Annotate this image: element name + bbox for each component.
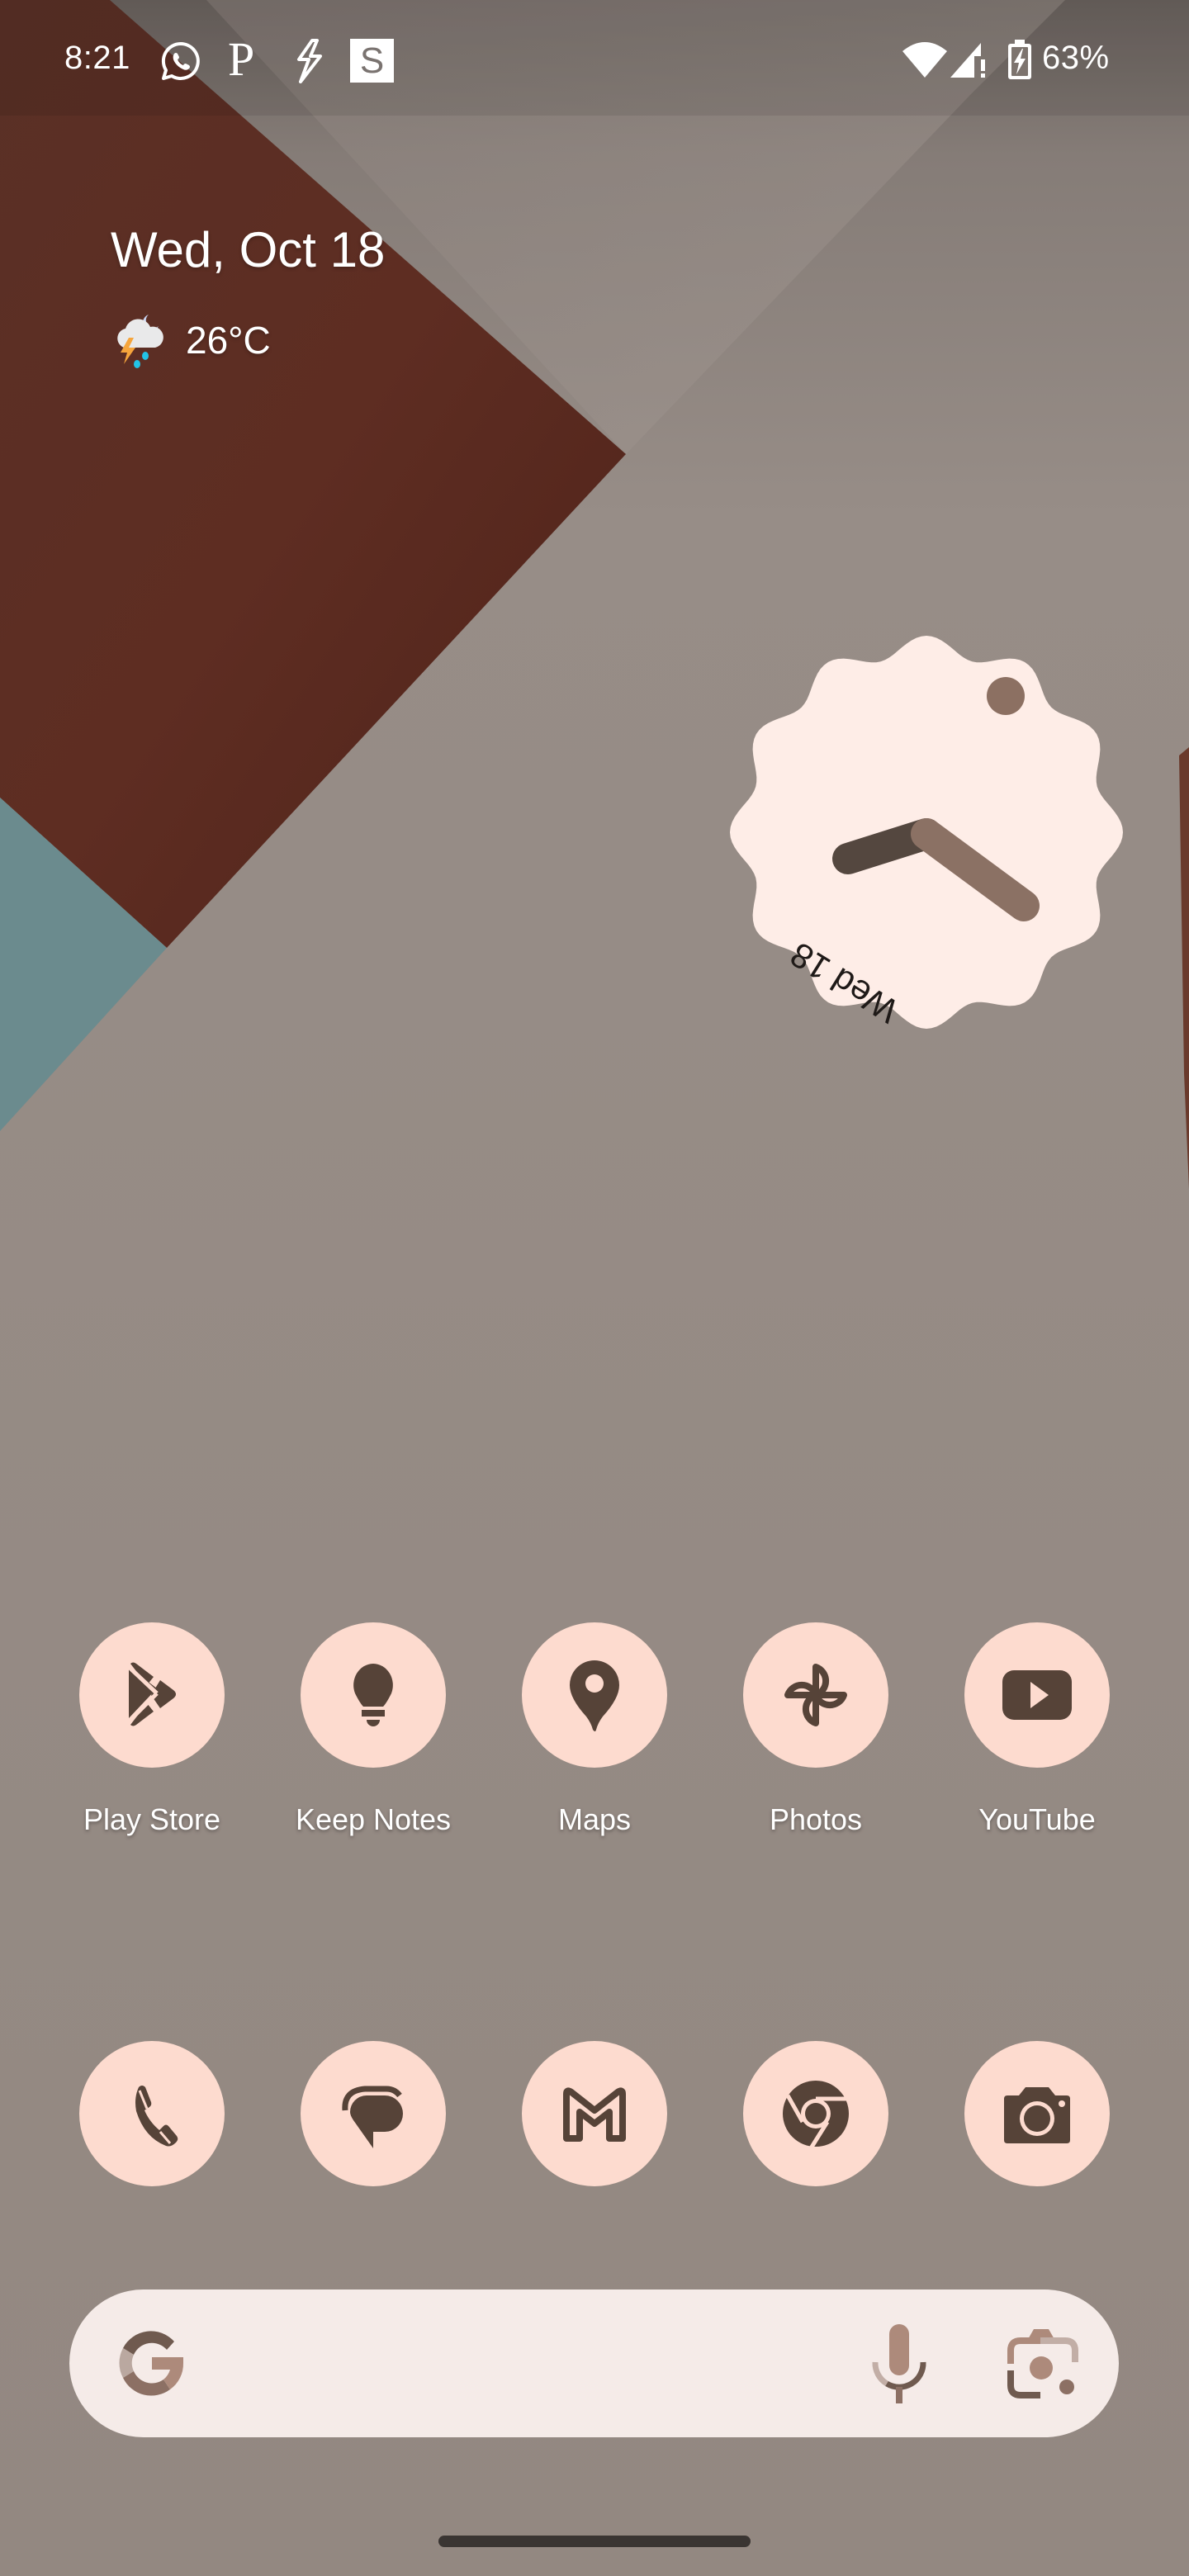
lens-icon[interactable]	[1006, 2326, 1080, 2400]
mic-icon[interactable]	[870, 2323, 928, 2405]
s-app-letter: S	[359, 40, 385, 81]
dock-gmail[interactable]	[500, 2041, 689, 2186]
thunderstorm-night-icon[interactable]	[112, 310, 168, 369]
clock-widget[interactable]: Wed 18	[720, 626, 1133, 1039]
app-photos[interactable]: Photos	[721, 1622, 911, 1837]
whatsapp-icon	[161, 41, 200, 80]
app-maps[interactable]: Maps	[500, 1622, 689, 1837]
app-label: Keep Notes	[295, 1802, 452, 1836]
battery-percent: 63%	[1042, 40, 1110, 76]
wifi-icon	[902, 42, 947, 78]
app-label: Photos	[769, 1802, 863, 1836]
wallpaper	[0, 0, 1189, 2576]
battery-charging-icon	[1008, 40, 1031, 79]
youtube-icon	[1002, 1670, 1072, 1720]
photos-icon	[784, 1664, 847, 1726]
glance-date[interactable]: Wed, Oct 18	[111, 221, 385, 278]
p-app-icon: P	[228, 32, 255, 86]
app-label: Play Store	[83, 1802, 221, 1836]
clock-second-dot	[987, 677, 1025, 715]
gmail-icon	[563, 2087, 626, 2142]
maps-icon	[570, 1660, 619, 1731]
camera-icon	[1004, 2087, 1070, 2143]
phone-icon	[135, 2086, 178, 2147]
messages-icon	[342, 2086, 403, 2148]
bolt-app-icon	[297, 39, 322, 83]
s-app-icon: S	[350, 39, 394, 83]
keep-notes-icon	[353, 1664, 393, 1726]
dock-chrome[interactable]	[721, 2041, 911, 2186]
gesture-nav-handle[interactable]	[438, 2536, 751, 2547]
app-play-store[interactable]: Play Store	[57, 1622, 247, 1837]
search-bar[interactable]	[69, 2290, 1119, 2437]
dock-messages[interactable]	[278, 2041, 468, 2186]
app-keep-notes[interactable]: Keep Notes	[278, 1622, 468, 1837]
app-youtube[interactable]: YouTube	[942, 1622, 1132, 1837]
app-label: Maps	[557, 1802, 632, 1836]
dock-camera[interactable]	[942, 2041, 1132, 2186]
cell-signal-no-data-icon	[950, 43, 985, 78]
weather-temperature[interactable]: 26°C	[186, 318, 271, 362]
dock-phone[interactable]	[57, 2041, 247, 2186]
google-g-icon[interactable]	[116, 2328, 185, 2398]
app-label: YouTube	[978, 1802, 1096, 1836]
play-store-icon	[127, 1662, 176, 1726]
chrome-icon	[783, 2081, 849, 2150]
status-time: 8:21	[64, 40, 130, 76]
